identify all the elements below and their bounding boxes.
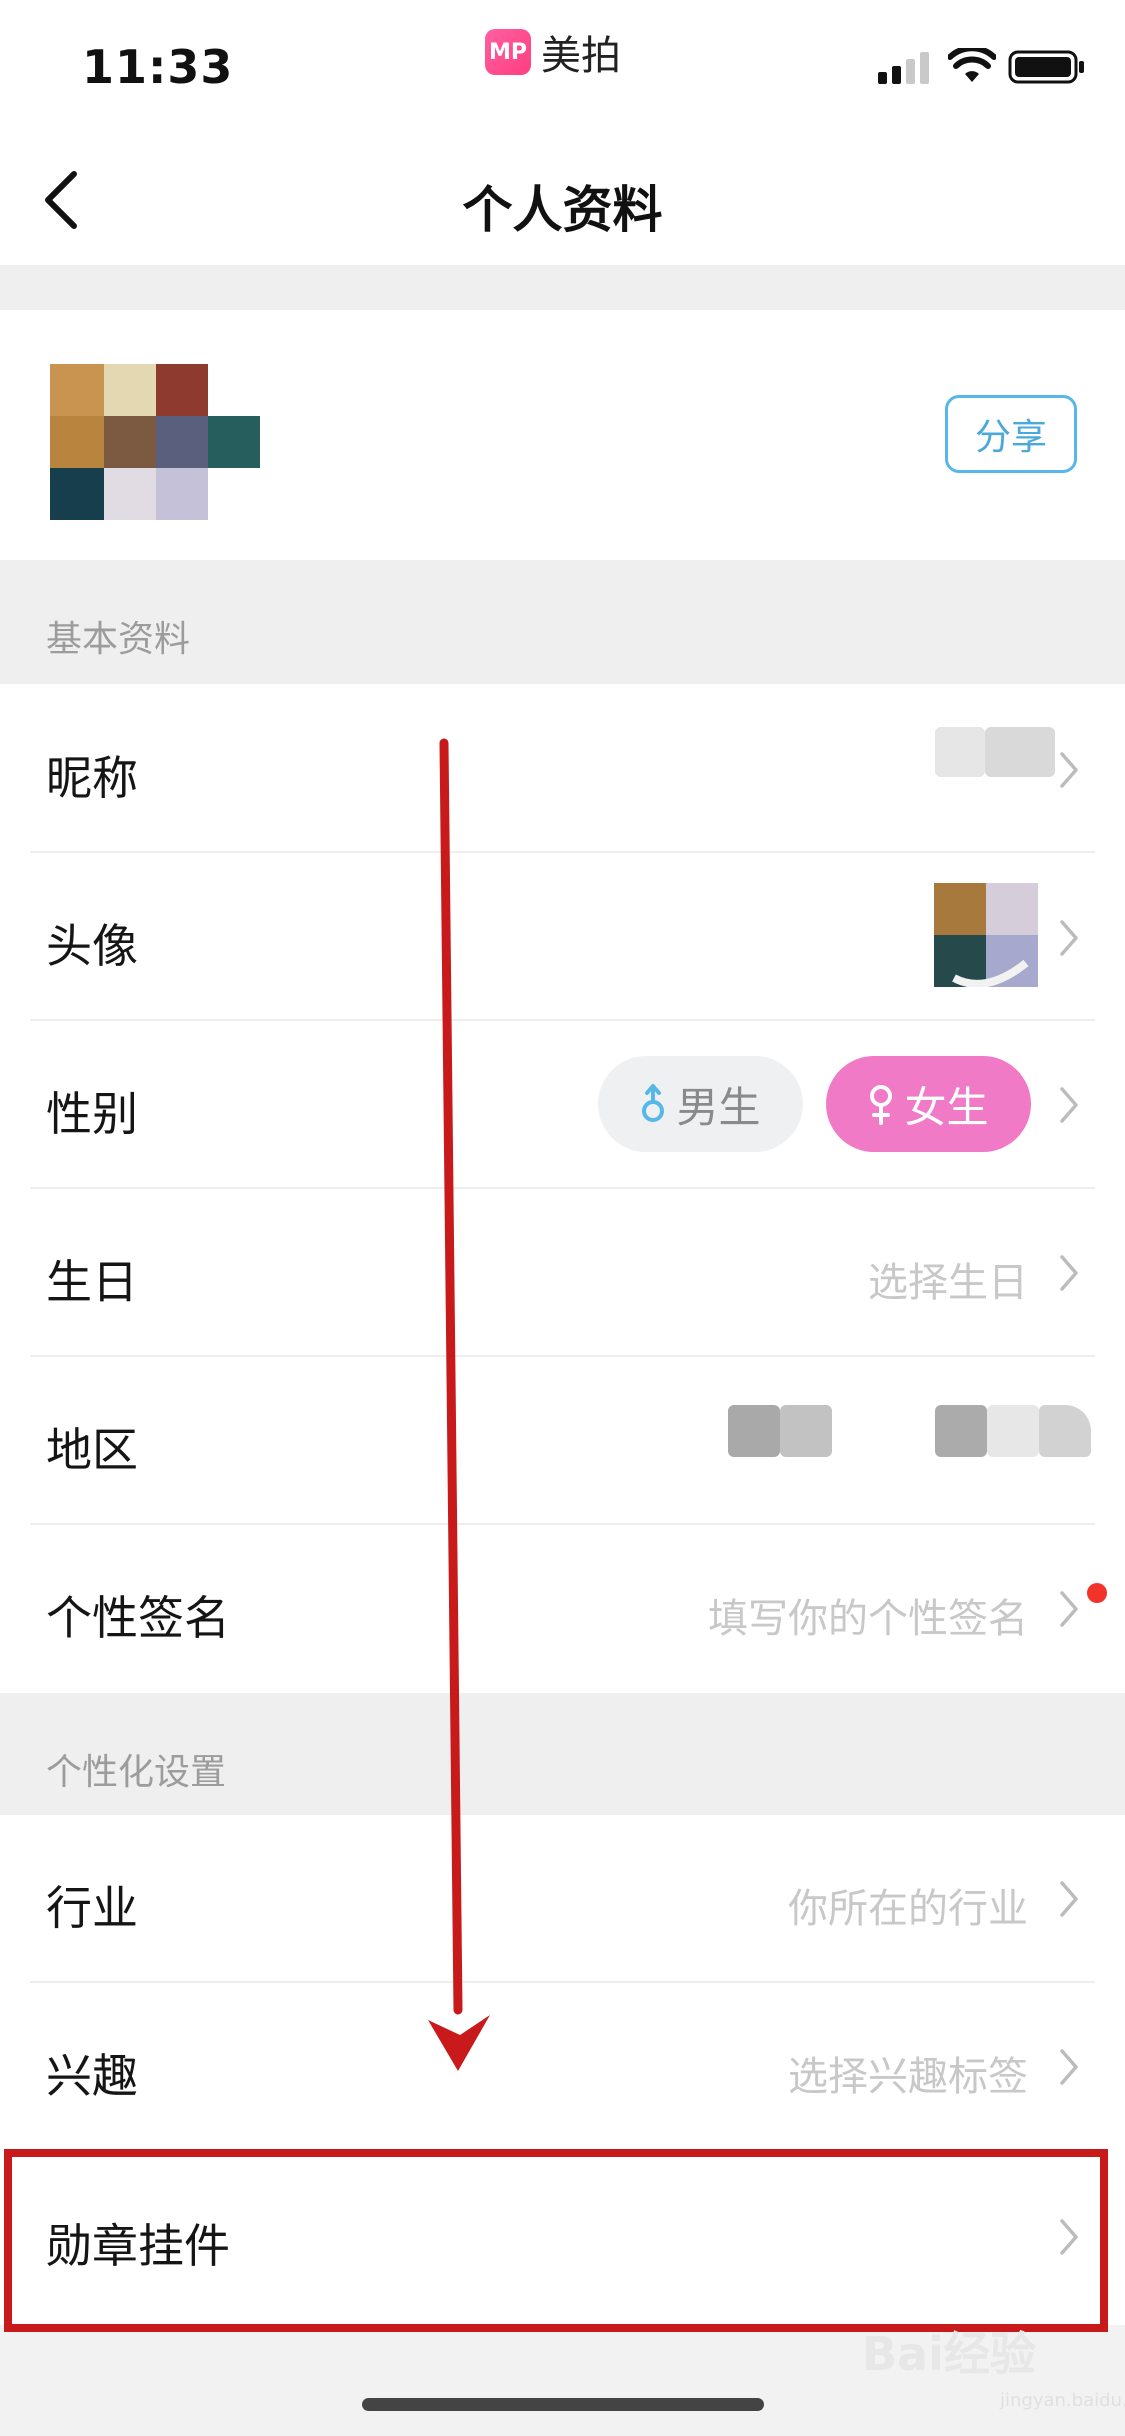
chevron-right-icon — [1060, 1591, 1078, 1627]
section-label-basic: 基本资料 — [46, 619, 191, 660]
chevron-right-icon — [1060, 1255, 1078, 1291]
profile-avatar[interactable] — [50, 360, 262, 522]
nickname-value-blurred — [985, 727, 1055, 777]
share-button[interactable]: 分享 — [945, 395, 1077, 473]
chevron-right-icon — [1060, 920, 1078, 956]
industry-placeholder: 你所在的行业 — [788, 1886, 1028, 1932]
meipai-logo-icon: MP — [485, 29, 531, 75]
row-label-gender: 性别 — [46, 1087, 138, 1141]
interests-placeholder: 选择兴趣标签 — [788, 2054, 1028, 2100]
watermark-brand: Bai经验 — [862, 2327, 1036, 2381]
nickname-value-blurred — [935, 727, 985, 777]
gender-female-label: 女生 — [904, 1082, 989, 1132]
row-label-birthday: 生日 — [46, 1255, 138, 1309]
region-value-blurred — [935, 1405, 987, 1457]
page-title: 个人资料 — [462, 181, 663, 239]
row-label-signature: 个性签名 — [46, 1591, 230, 1645]
signature-placeholder: 填写你的个性签名 — [708, 1596, 1028, 1642]
notification-dot — [1087, 1583, 1107, 1603]
birthday-placeholder: 选择生日 — [868, 1260, 1028, 1306]
row-label-nickname: 昵称 — [46, 751, 138, 805]
battery-icon — [1008, 50, 1084, 84]
wifi-icon — [948, 48, 996, 82]
chevron-right-icon — [1060, 1087, 1078, 1123]
chevron-right-icon — [1060, 1881, 1078, 1917]
back-to-app-label[interactable]: MP 美拍 — [485, 24, 621, 80]
region-value-blurred — [728, 1405, 780, 1457]
region-value-blurred — [987, 1405, 1039, 1457]
region-value-blurred — [780, 1405, 832, 1457]
app-name: 美拍 — [541, 33, 621, 79]
annotation-highlight-box — [4, 2149, 1108, 2332]
watermark-url: jingyan.baidu.com — [1000, 2390, 1125, 2411]
chevron-right-icon — [1060, 752, 1078, 788]
region-value-blurred — [1039, 1405, 1091, 1457]
annotation-arrow-icon — [428, 738, 490, 2071]
row-label-interests: 兴趣 — [46, 2049, 138, 2103]
status-time: 11:33 — [82, 40, 234, 94]
section-label-personal: 个性化设置 — [46, 1752, 227, 1793]
row-label-industry: 行业 — [46, 1881, 138, 1935]
home-indicator[interactable] — [362, 2398, 764, 2411]
row-label-avatar: 头像 — [46, 919, 138, 973]
avatar-thumbnail — [934, 883, 1038, 987]
row-label-region: 地区 — [46, 1423, 138, 1477]
female-symbol-icon — [870, 1085, 893, 1125]
gender-male-label: 男生 — [676, 1082, 761, 1132]
chevron-right-icon — [1060, 2049, 1078, 2085]
gender-male-button[interactable]: 男生 — [598, 1056, 803, 1152]
male-symbol-icon — [642, 1084, 665, 1122]
signal-icon — [878, 52, 929, 84]
gender-female-button[interactable]: 女生 — [826, 1056, 1031, 1152]
section-gap — [0, 265, 1125, 310]
